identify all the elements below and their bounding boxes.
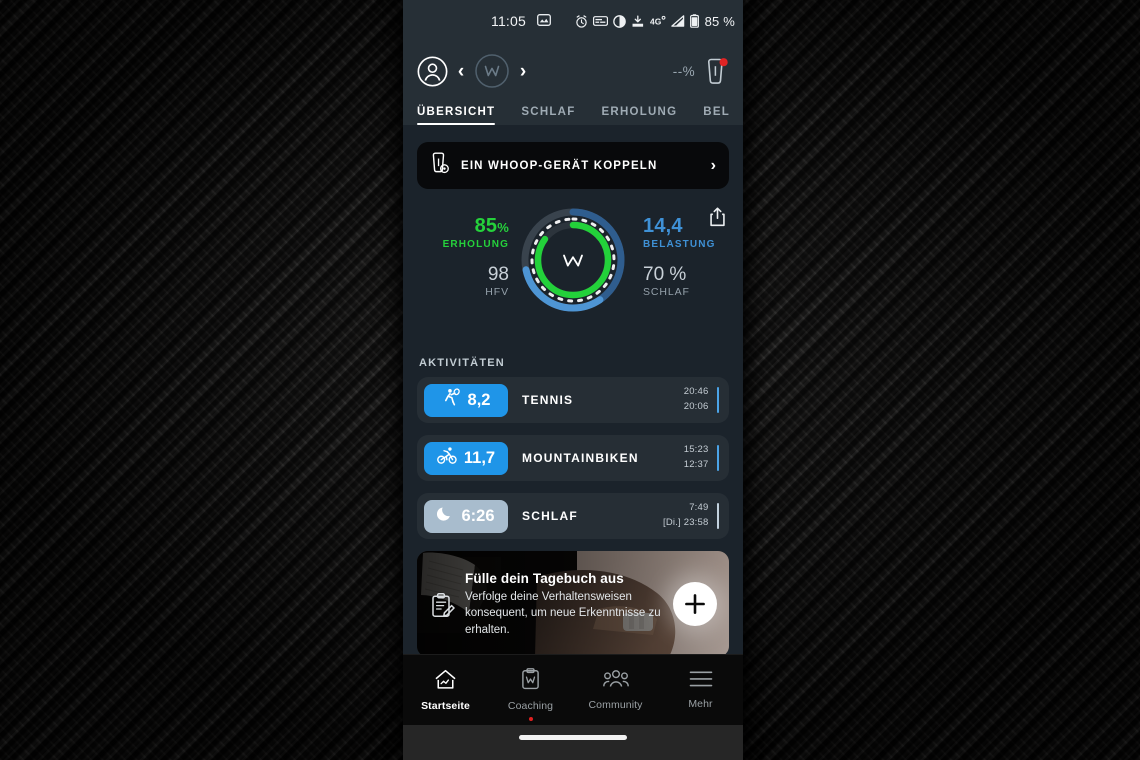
activity-row-tennis[interactable]: 8,2 TENNIS 20:46 20:06 [417,377,729,423]
journal-description: Verfolge deine Verhaltensweisen konseque… [465,591,661,636]
hrv-label: HFV [485,285,509,298]
nav-item-coaching[interactable]: Coaching [488,655,573,725]
whoop-strap-icon [430,151,449,180]
gesture-nav-area [403,725,743,760]
activity-row-schlaf[interactable]: 6:26 SCHLAF 7:49 [Di.] 23:58 [417,493,729,539]
phone-screen: 11:05 4G 85 % ‹ › --% ÜBERSICHT SCHLAF E… [403,0,743,760]
tab-schlaf[interactable]: SCHLAF [521,106,575,125]
status-bar-icons: 4G 85 % [575,14,735,29]
activities-section-title: AKTIVITÄTEN [419,357,505,369]
status-bar-clock: 11:05 [491,13,526,29]
recovery-label: ERHOLUNG [442,239,509,250]
journal-title: Fülle dein Tagebuch aus [465,571,624,586]
svg-text:4G: 4G [650,16,662,26]
activity-strain-pill: 8,2 [424,383,508,417]
status-bar: 11:05 4G 85 % [403,0,743,42]
nav-label: Coaching [507,700,554,712]
activity-duration-bar [716,387,719,413]
pair-device-label: EIN WHOOP-GERÄT KOPPELN [461,159,658,172]
recovery-value: 85% [474,215,509,237]
activity-sleep-pill: 6:26 [424,499,508,533]
tennis-icon [442,388,461,412]
activity-strain-pill: 11,7 [424,441,508,475]
strap-battery-label: --% [672,63,695,79]
journal-add-button[interactable] [673,582,717,626]
chevron-right-icon: › [710,156,716,174]
hrv-value: 98 [487,264,509,285]
whoop-logo-icon [474,53,510,89]
activity-duration-bar [716,445,719,471]
clipboard-w-icon [521,668,540,695]
activity-strain-value: 11,7 [463,448,496,467]
moon-icon [437,505,454,527]
previous-day-button[interactable]: ‹ [448,62,474,81]
next-day-button[interactable]: › [510,62,536,81]
nav-label: Mehr [688,698,713,710]
nav-label: Startseite [421,699,470,712]
activity-times: 15:23 12:37 [683,444,709,470]
strain-metric-group: 14,4 BELASTUNG 70 % SCHLAF [637,216,743,298]
strain-label: BELASTUNG [643,239,716,250]
activity-row-mountainbiking[interactable]: 11,7 MOUNTAINBIKEN 15:23 12:37 [417,435,729,481]
signal-icon [670,15,685,27]
home-gesture-bar[interactable] [519,735,627,740]
activity-strain-value: 8,2 [467,390,491,409]
profile-avatar-icon[interactable] [417,56,448,87]
activity-name: MOUNTAINBIKEN [522,451,639,465]
hrv-metric-group: 98 HFV [403,265,509,298]
activity-duration-bar [716,503,719,529]
recovery-metric-group: 85% ERHOLUNG 98 HFV [403,216,509,298]
strain-value: 14,4 [643,215,683,237]
nav-badge-dot [528,717,533,721]
battery-icon [689,14,699,28]
mountain-bike-icon [436,446,457,470]
app-header: ‹ › --% ÜBERSICHT SCHLAF ERHOLUNG BELAST… [403,42,743,125]
sleep-label: SCHLAF [643,285,690,298]
section-tabs: ÜBERSICHT SCHLAF ERHOLUNG BELASTUI [417,95,729,125]
bottom-navigation: Startseite Coaching Community Mehr [403,654,743,760]
sleep-value: 70 % [643,264,687,285]
nav-label: Community [588,699,643,711]
journal-text: Fülle dein Tagebuch aus Verfolge deine V… [465,571,675,638]
activity-name: SCHLAF [522,509,578,523]
whoop-strap-icon[interactable] [703,56,729,86]
nav-item-mehr[interactable]: Mehr [658,655,743,725]
page-content: EIN WHOOP-GERÄT KOPPELN › 85% ERHOLUNG 9… [403,125,743,737]
sleep-metric-group: 70 % SCHLAF [643,265,743,298]
nav-item-community[interactable]: Community [573,655,658,725]
pair-device-banner[interactable]: EIN WHOOP-GERÄT KOPPELN › [417,142,729,189]
subtitles-icon [592,15,608,27]
menu-icon [689,670,713,693]
activity-name: TENNIS [522,393,574,407]
header-nav-row: ‹ › --% [417,49,729,93]
nav-item-startseite[interactable]: Startseite [403,655,488,725]
home-icon [434,669,457,695]
tab-belastung[interactable]: BELASTUI [703,106,729,125]
metrics-ring[interactable] [520,207,626,313]
tab-erholung[interactable]: ERHOLUNG [601,106,677,125]
download-icon [631,14,645,28]
alarm-icon [575,14,588,28]
activity-times: 20:46 20:06 [683,386,709,412]
journal-card[interactable]: Fülle dein Tagebuch aus Verfolge deine V… [417,551,729,657]
tab-uebersicht[interactable]: ÜBERSICHT [417,106,496,125]
activity-sleep-value: 6:26 [461,506,495,525]
screenshot-icon [537,14,551,29]
dnd-icon [612,14,626,28]
people-icon [602,669,629,694]
metrics-overview: 85% ERHOLUNG 98 HFV 14,4 BELASTUNG 70 % … [403,199,743,339]
activity-times: 7:49 [Di.] 23:58 [662,502,709,528]
journal-clipboard-icon [431,593,455,624]
bottom-nav-items: Startseite Coaching Community Mehr [403,655,743,725]
battery-percent-label: 85 % [704,13,735,29]
network-4g-icon: 4G [650,15,666,27]
